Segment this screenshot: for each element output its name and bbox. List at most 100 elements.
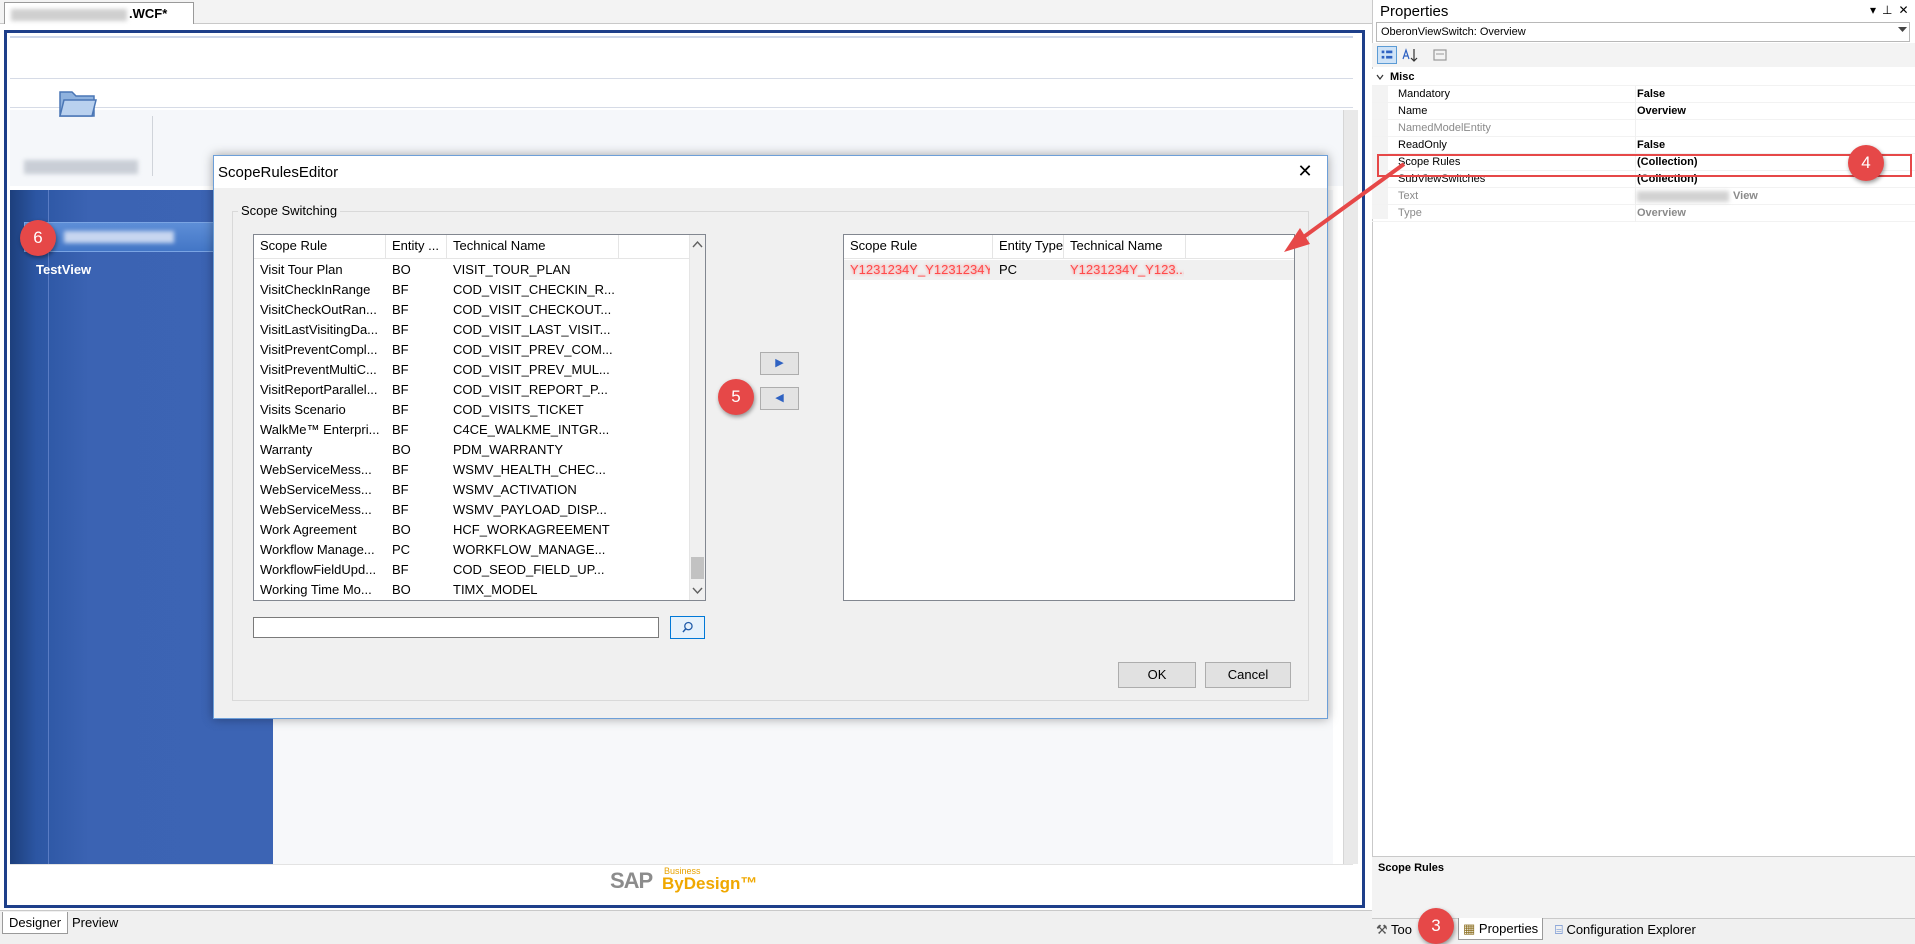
scroll-down-icon[interactable]: [689, 582, 706, 598]
table-row[interactable]: Y1231234Y_Y1231234Y_ PC Y1231234Y_Y123..…: [844, 260, 1294, 280]
search-button[interactable]: [670, 616, 705, 639]
table-row[interactable]: WalkMe™ Enterpri... BF C4CE_WALKME_INTGR..…: [254, 420, 688, 440]
entity-cell: BF: [392, 362, 409, 377]
properties-icon: ▦: [1463, 921, 1476, 936]
property-row-type[interactable]: Type Overview: [1372, 205, 1915, 222]
column-header-scope-rule[interactable]: Scope Rule: [254, 235, 386, 259]
technical-name-cell: WSMV_ACTIVATION: [453, 482, 577, 497]
tab-toolbox[interactable]: ⚒ Too: [1376, 922, 1412, 938]
tab-designer[interactable]: Designer: [2, 912, 69, 934]
table-row[interactable]: WebServiceMess... BF WSMV_PAYLOAD_DISP...: [254, 500, 688, 520]
categorized-icon[interactable]: [1377, 46, 1397, 64]
technical-name-cell: COD_VISIT_PREV_COM...: [453, 342, 613, 357]
column-header-technical-name[interactable]: Technical Name: [1064, 235, 1186, 259]
annotation-badge-4: 4: [1848, 145, 1884, 181]
group-label: Scope Switching: [238, 203, 341, 218]
ok-button[interactable]: OK: [1118, 662, 1196, 688]
technical-name-cell: COD_VISITS_TICKET: [453, 402, 584, 417]
column-header-entity[interactable]: Entity ...: [386, 235, 447, 259]
panel-dropdown-icon[interactable]: ▾: [1870, 3, 1876, 17]
table-row[interactable]: VisitPreventMultiC... BF COD_VISIT_PREV_MU…: [254, 360, 688, 380]
table-row[interactable]: Visits Scenario BF COD_VISITS_TICKET: [254, 400, 688, 420]
table-row[interactable]: Working Time Mo... BO TIMX_MODEL: [254, 580, 688, 600]
table-row[interactable]: Visit Tour Plan BO VISIT_TOUR_PLAN: [254, 260, 688, 280]
table-row[interactable]: VisitCheckOutRan... BF COD_VISIT_CHECKOUT.…: [254, 300, 688, 320]
table-row[interactable]: VisitReportParallel... BF COD_VISIT_REPORT…: [254, 380, 688, 400]
dialog-title: ScopeRulesEditor: [218, 164, 339, 181]
collapse-icon[interactable]: [1376, 73, 1384, 81]
available-scope-rules-list[interactable]: Scope Rule Entity ... Technical Name Vis…: [253, 234, 706, 601]
property-name: NamedModelEntity: [1398, 122, 1491, 134]
table-row[interactable]: WorkflowFieldUpd... BF COD_SEOD_FIELD_UP..…: [254, 560, 688, 580]
property-row-namedmodelentity[interactable]: NamedModelEntity: [1372, 120, 1915, 137]
table-row[interactable]: VisitPreventCompl... BF COD_VISIT_PREV_COM…: [254, 340, 688, 360]
property-name: ReadOnly: [1398, 139, 1447, 151]
table-row[interactable]: WebServiceMess... BF WSMV_ACTIVATION: [254, 480, 688, 500]
category-label: Misc: [1390, 71, 1415, 83]
entity-cell: BO: [392, 582, 411, 597]
table-row[interactable]: Workflow Manage... PC WORKFLOW_MANAGE...: [254, 540, 688, 560]
folder-open-icon[interactable]: [58, 86, 98, 120]
entity-cell: BF: [392, 282, 409, 297]
tab-preview[interactable]: Preview: [66, 912, 124, 934]
frame-divider: [10, 107, 1353, 108]
scroll-up-icon[interactable]: [689, 237, 706, 253]
assigned-scope-rules-list[interactable]: Scope Rule Entity Type Technical Name Y1…: [843, 234, 1295, 601]
chevron-down-icon[interactable]: [1898, 27, 1907, 33]
scroll-thumb[interactable]: [691, 557, 704, 579]
alphabetical-sort-icon[interactable]: [1400, 46, 1420, 64]
document-tab-title: .WCF*: [129, 6, 168, 21]
property-value: False: [1637, 88, 1666, 100]
scope-rules-editor-dialog: ScopeRulesEditor ✕ Scope Switching Scope…: [213, 155, 1328, 719]
scope-rule-cell: Visit Tour Plan: [260, 262, 343, 277]
table-row[interactable]: Work Agreement BO HCF_WORKAGREEMENT: [254, 520, 688, 540]
frame-divider: [10, 78, 1353, 79]
property-row-readonly[interactable]: ReadOnly False: [1372, 137, 1915, 154]
property-row-text[interactable]: Text View: [1372, 188, 1915, 205]
add-scope-rule-button[interactable]: ▶: [760, 352, 799, 375]
technical-name-cell: Y1231234Y_Y123...: [1070, 262, 1184, 277]
technical-name-cell: C4CE_WALKME_INTGR...: [453, 422, 610, 437]
column-header-scope-rule[interactable]: Scope Rule: [844, 235, 993, 259]
technical-name-cell: VISIT_TOUR_PLAN: [453, 262, 571, 277]
document-tab[interactable]: .WCF*: [4, 2, 194, 24]
scope-rule-cell: Y1231234Y_Y1231234Y_: [850, 262, 990, 277]
column-header-entity-type[interactable]: Entity Type: [993, 235, 1064, 259]
table-row[interactable]: WebServiceMess... BF WSMV_HEALTH_CHEC...: [254, 460, 688, 480]
entity-cell: BO: [392, 522, 411, 537]
remove-scope-rule-button[interactable]: ◀: [760, 387, 799, 410]
entity-cell: BO: [392, 442, 411, 457]
cancel-button[interactable]: Cancel: [1205, 662, 1291, 688]
entity-type-cell: PC: [999, 262, 1018, 277]
close-icon[interactable]: ✕: [1898, 3, 1908, 17]
bottom-tabstrip: [0, 910, 1372, 944]
table-row[interactable]: VisitLastVisitingDa... BF COD_VISIT_LAST_V…: [254, 320, 688, 340]
table-row[interactable]: Warranty BO PDM_WARRANTY: [254, 440, 688, 460]
scope-rule-cell: WebServiceMess...: [260, 482, 372, 497]
property-pages-icon[interactable]: [1430, 46, 1450, 64]
property-row-name[interactable]: Name Overview: [1372, 103, 1915, 120]
property-name: Name: [1398, 105, 1428, 117]
tab-configuration-explorer[interactable]: ⌸ Configuration Explorer: [1555, 922, 1696, 938]
property-name: Mandatory: [1398, 88, 1450, 100]
search-input[interactable]: [253, 617, 659, 638]
technical-name-cell: WORKFLOW_MANAGE...: [453, 542, 606, 557]
table-row[interactable]: VisitCheckInRange BF COD_VISIT_CHECKIN_R..…: [254, 280, 688, 300]
technical-name-cell: COD_VISIT_PREV_MUL...: [453, 362, 610, 377]
description-pane: [1372, 856, 1915, 918]
annotation-badge-3: 3: [1418, 908, 1454, 944]
property-name: Text: [1398, 190, 1419, 202]
scope-rule-cell: Work Agreement: [260, 522, 357, 537]
tab-label: Too: [1391, 922, 1413, 937]
blurred-nav-label: [64, 231, 174, 243]
list-scrollbar[interactable]: [689, 235, 705, 600]
object-selector[interactable]: OberonViewSwitch: Overview: [1376, 22, 1910, 42]
pin-icon[interactable]: ⊥: [1882, 3, 1892, 17]
nav-item-testview[interactable]: TestView: [36, 262, 91, 277]
column-header-technical-name[interactable]: Technical Name: [447, 235, 619, 259]
category-misc[interactable]: Misc: [1372, 69, 1915, 86]
tab-properties[interactable]: ▦ Properties: [1458, 918, 1544, 940]
property-row-mandatory[interactable]: Mandatory False: [1372, 86, 1915, 103]
technical-name-cell: TIMX_MODEL: [453, 582, 538, 597]
entity-cell: BF: [392, 402, 409, 417]
